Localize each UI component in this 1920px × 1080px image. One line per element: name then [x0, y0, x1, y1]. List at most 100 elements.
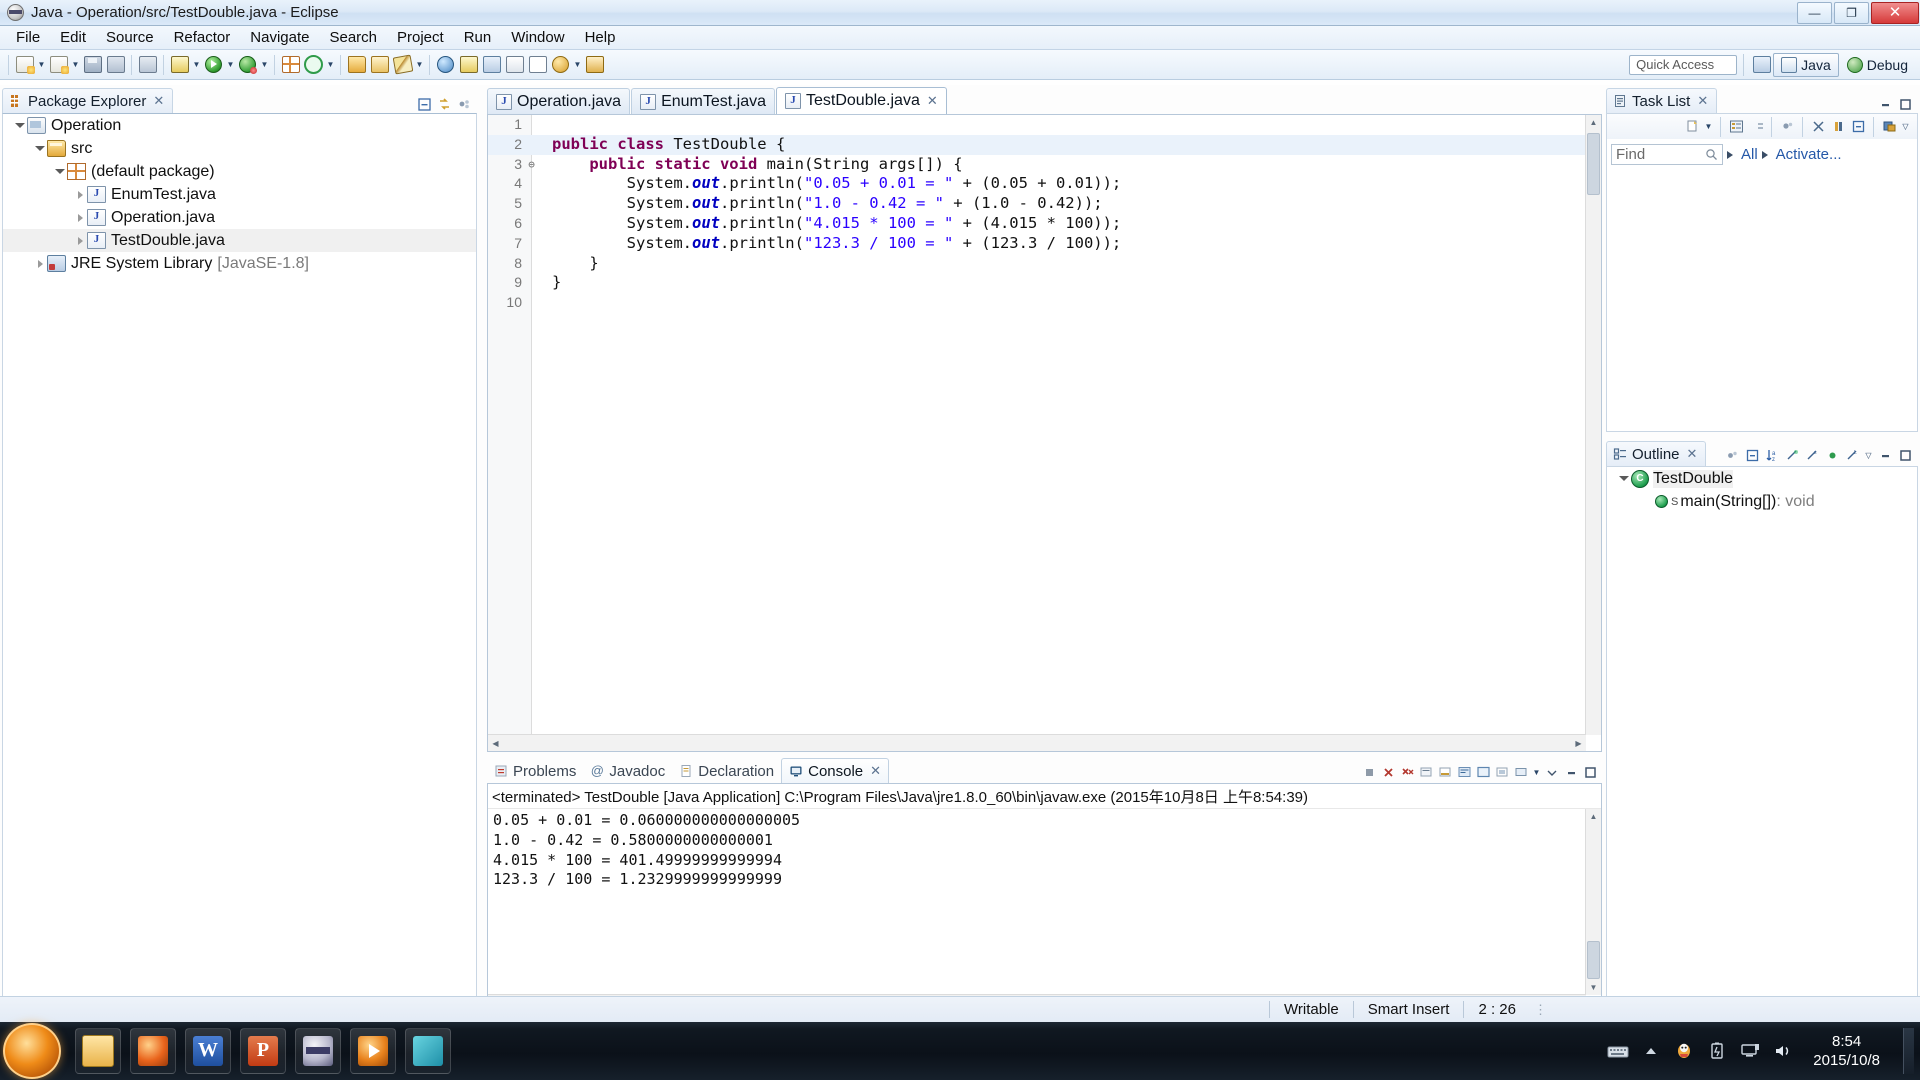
presentation-icon[interactable] — [1778, 118, 1796, 136]
tab-package-explorer[interactable]: Package Explorer ✕ — [2, 88, 174, 113]
tree-item-jre-library[interactable]: JRE System Library [JavaSE-1.8] — [3, 252, 476, 275]
view-menu-icon[interactable]: ▽ — [1863, 444, 1874, 466]
outline-node-class[interactable]: C TestDouble — [1607, 467, 1917, 490]
print-button[interactable] — [137, 54, 158, 76]
chevron-right-icon[interactable] — [73, 211, 87, 225]
editor-tab-operation-java[interactable]: J Operation.java — [487, 88, 631, 114]
hide-static-icon[interactable]: s — [1803, 446, 1821, 464]
perspective-tab-debug[interactable]: Debug — [1839, 53, 1916, 77]
filter-icon[interactable] — [1809, 118, 1827, 136]
tree-item-testdouble-java[interactable]: J TestDouble.java — [3, 229, 476, 252]
code-editor[interactable]: 1 2 public class TestDouble {3 ⊖ public… — [488, 115, 1586, 735]
annotation-button[interactable] — [392, 54, 413, 76]
tab-task-list[interactable]: Task List ✕ — [1606, 88, 1718, 113]
collapse-all-icon[interactable] — [1849, 118, 1867, 136]
view-menu-icon[interactable] — [455, 95, 473, 113]
minimize-button[interactable]: — — [1797, 1, 1832, 24]
scroll-down-icon[interactable]: ▼ — [1586, 980, 1601, 995]
close-icon[interactable]: ✕ — [870, 763, 881, 779]
battery-icon[interactable] — [1706, 1041, 1728, 1061]
open-console-icon[interactable] — [1512, 763, 1530, 781]
categorize-icon[interactable] — [1727, 118, 1745, 136]
editor-tab-enumtest-java[interactable]: J EnumTest.java — [631, 88, 775, 114]
activate-link[interactable]: Activate... — [1776, 146, 1842, 163]
hide-nonpublic-icon[interactable] — [1823, 446, 1841, 464]
tab-problems[interactable]: Problems — [487, 759, 583, 783]
search-icon[interactable] — [1705, 148, 1718, 161]
pin-console-icon[interactable] — [1474, 763, 1492, 781]
console-dropdown-icon[interactable]: ▼ — [1531, 761, 1542, 783]
show-hidden-icon[interactable] — [1640, 1041, 1662, 1061]
tree-item-enumtest[interactable]: J EnumTest.java — [3, 183, 476, 206]
menu-source[interactable]: Source — [96, 27, 164, 48]
start-button[interactable] — [3, 1023, 61, 1079]
menu-window[interactable]: Window — [501, 27, 574, 48]
scroll-up-icon[interactable]: ▲ — [1586, 115, 1601, 130]
chevron-down-icon[interactable] — [1617, 472, 1631, 486]
keyboard-icon[interactable] — [1607, 1041, 1629, 1061]
chevron-down-icon[interactable] — [53, 165, 67, 179]
taskbar-media-player[interactable] — [350, 1028, 396, 1074]
editor-horizontal-scrollbar[interactable]: ◀ ▶ — [488, 734, 1586, 751]
scroll-right-icon[interactable]: ▶ — [1571, 739, 1586, 748]
clear-console-icon[interactable] — [1417, 763, 1435, 781]
next-annotation-button[interactable] — [550, 54, 571, 76]
taskbar-eclipse[interactable] — [295, 1028, 341, 1074]
tab-javadoc[interactable]: @ Javadoc — [583, 759, 672, 783]
resize-grip[interactable]: ⋮ — [1534, 1002, 1548, 1018]
filter-all-link[interactable]: All — [1741, 146, 1758, 163]
link-icon[interactable] — [1723, 446, 1741, 464]
remove-all-icon[interactable] — [1398, 763, 1416, 781]
menu-run[interactable]: Run — [454, 27, 502, 48]
tree-item-default-package[interactable]: (default package) — [3, 160, 476, 183]
console-body[interactable]: <terminated> TestDouble [Java Applicatio… — [487, 783, 1602, 1012]
search-button[interactable] — [435, 54, 456, 76]
build-button[interactable] — [169, 54, 190, 76]
filter-arrow-icon[interactable] — [1761, 150, 1768, 159]
synchronize-icon[interactable] — [1880, 118, 1898, 136]
chevron-right-icon[interactable] — [73, 234, 87, 248]
save-button[interactable] — [82, 54, 103, 76]
scroll-up-icon[interactable]: ▲ — [1586, 809, 1601, 824]
menu-edit[interactable]: Edit — [50, 27, 96, 48]
new-java-file-button[interactable] — [48, 54, 69, 76]
menu-project[interactable]: Project — [387, 27, 454, 48]
scroll-lock-icon[interactable] — [1436, 763, 1454, 781]
qq-icon[interactable] — [1673, 1041, 1695, 1061]
taskbar-firefox[interactable] — [130, 1028, 176, 1074]
quick-access-input[interactable]: Quick Access — [1629, 54, 1738, 75]
editor-vertical-scrollbar[interactable]: ▲ — [1585, 115, 1601, 735]
display-console-icon[interactable] — [1493, 763, 1511, 781]
annotation-dropdown[interactable]: ▼ — [414, 54, 425, 76]
run-dropdown[interactable]: ▼ — [225, 54, 236, 76]
minimize-view-icon[interactable] — [1562, 763, 1580, 781]
package-explorer-tree[interactable]: Operation src (default package) J EnumTe… — [2, 113, 477, 1012]
maximize-view-icon[interactable] — [1581, 763, 1599, 781]
new-task-dropdown-icon[interactable]: ▼ — [1703, 116, 1714, 138]
build-dropdown[interactable]: ▼ — [191, 54, 202, 76]
external-tools-dropdown[interactable]: ▼ — [325, 54, 336, 76]
code-content[interactable]: 1 2 public class TestDouble {3 ⊖ public… — [488, 115, 1586, 735]
outline-tree[interactable]: C TestDouble S main(String[]) : void — [1606, 466, 1918, 1012]
hide-local-icon[interactable]: L — [1843, 446, 1861, 464]
new-package-button[interactable] — [280, 54, 301, 76]
taskbar-other-app[interactable] — [405, 1028, 451, 1074]
scrollbar-thumb[interactable] — [1587, 133, 1600, 195]
prev-annotation-button[interactable] — [584, 54, 605, 76]
sort-icon[interactable]: az — [1763, 446, 1781, 464]
book-button[interactable] — [504, 54, 525, 76]
collapse-all-icon[interactable] — [415, 95, 433, 113]
menu-navigate[interactable]: Navigate — [240, 27, 319, 48]
open-type-button[interactable] — [346, 54, 367, 76]
scrollbar-thumb[interactable] — [1587, 941, 1600, 979]
close-icon[interactable]: ✕ — [153, 93, 164, 109]
tree-item-operation-java[interactable]: J Operation.java — [3, 206, 476, 229]
network-icon[interactable] — [1739, 1041, 1761, 1061]
close-button[interactable]: ✕ — [1871, 1, 1919, 24]
volume-icon[interactable] — [1772, 1041, 1794, 1061]
taskbar-word[interactable]: W — [185, 1028, 231, 1074]
scroll-left-icon[interactable]: ◀ — [488, 739, 503, 748]
filter-arrow-icon[interactable] — [1727, 150, 1733, 159]
perspective-button[interactable] — [458, 54, 479, 76]
tab-outline[interactable]: Outline ✕ — [1606, 441, 1707, 466]
